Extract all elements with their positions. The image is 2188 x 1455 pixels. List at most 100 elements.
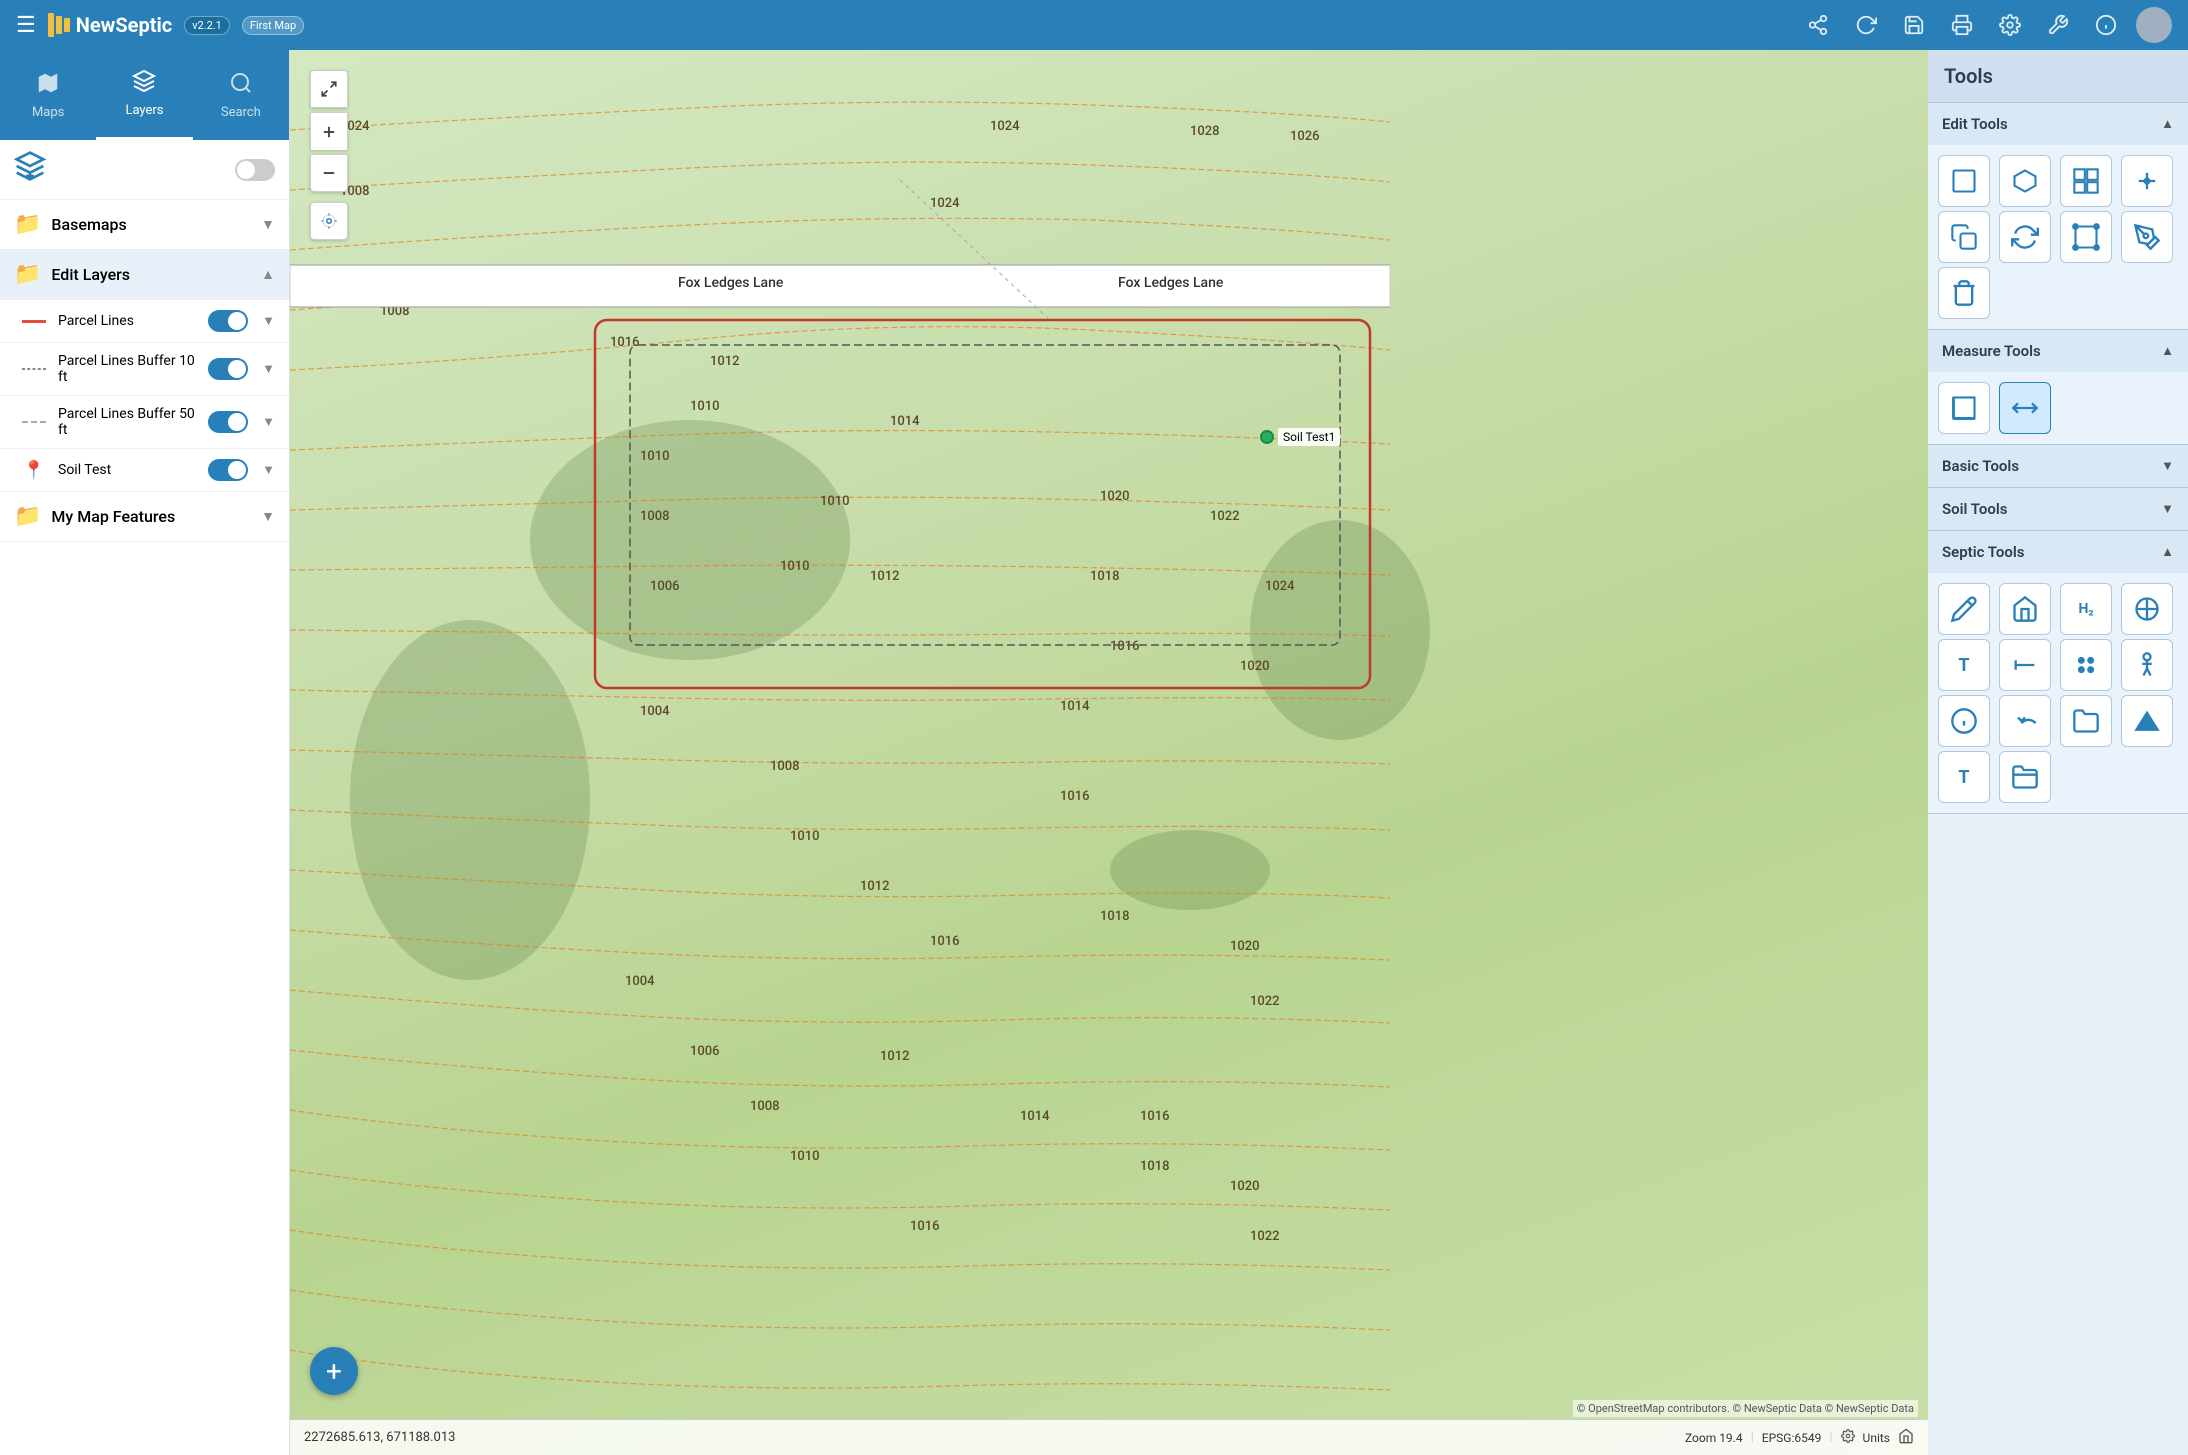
svg-text:1020: 1020: [1230, 939, 1260, 954]
units-label: Units: [1863, 1431, 1890, 1445]
measure-distance-button[interactable]: [1999, 382, 2051, 434]
soil-tools-header[interactable]: Soil Tools ▼: [1928, 488, 2188, 530]
measure-tools-section: Measure Tools ▲: [1928, 330, 2188, 445]
tab-layers[interactable]: Layers: [96, 50, 192, 140]
info-button[interactable]: [2088, 7, 2124, 43]
units-settings-button[interactable]: [1841, 1429, 1855, 1447]
buffer-10-chevron-icon[interactable]: ▼: [262, 361, 275, 377]
copy-button[interactable]: [1938, 211, 1990, 263]
hamburger-icon[interactable]: ☰: [16, 13, 36, 38]
buffer-10-icon: [20, 368, 48, 370]
top-nav: ☰ NewSeptic v2.2.1 First Map: [0, 0, 2188, 50]
septic-tool-triangle[interactable]: [2121, 695, 2173, 747]
my-map-features-section[interactable]: 📁 My Map Features ▼: [0, 492, 289, 542]
edit-shape-button[interactable]: [2060, 211, 2112, 263]
septic-tool-curved[interactable]: [1999, 695, 2051, 747]
add-point-button[interactable]: [2121, 155, 2173, 207]
tools-button[interactable]: [2040, 7, 2076, 43]
search-icon: [229, 71, 253, 101]
svg-text:1026: 1026: [1290, 129, 1320, 144]
septic-tool-t[interactable]: T: [1938, 639, 1990, 691]
home-button[interactable]: [1898, 1428, 1914, 1448]
map-area[interactable]: .contour { fill: none; stroke: #e67e22; …: [290, 50, 1928, 1455]
parcel-lines-toggle[interactable]: [208, 310, 248, 332]
layer-visibility-toggle[interactable]: [235, 159, 275, 181]
measure-area-button[interactable]: [1938, 382, 1990, 434]
soil-test-chevron-icon[interactable]: ▼: [262, 462, 275, 478]
septic-tool-person[interactable]: [2121, 639, 2173, 691]
septic-tool-1[interactable]: [1938, 583, 1990, 635]
delete-button[interactable]: [1938, 267, 1990, 319]
svg-text:1022: 1022: [1210, 509, 1240, 524]
rotate-button[interactable]: [1999, 211, 2051, 263]
septic-tools-header[interactable]: Septic Tools ▲: [1928, 531, 2188, 573]
tab-maps[interactable]: Maps: [0, 50, 96, 140]
septic-tool-7[interactable]: [2060, 639, 2112, 691]
edit-layers-section[interactable]: 📁 Edit Layers ▲: [0, 250, 289, 300]
septic-tool-4[interactable]: [2121, 583, 2173, 635]
settings-button[interactable]: [1992, 7, 2028, 43]
save-button[interactable]: [1896, 7, 1932, 43]
svg-text:1022: 1022: [1250, 994, 1280, 1009]
septic-tool-6[interactable]: [1999, 639, 2051, 691]
edit-tools-label: Edit Tools: [1942, 115, 2008, 133]
edit-tools-section: Edit Tools ▲: [1928, 103, 2188, 330]
paint-button[interactable]: [2121, 211, 2173, 263]
left-sidebar: Maps Layers Search: [0, 50, 290, 1455]
status-right: Zoom 19.4 | EPSG:6549 | Units: [1685, 1428, 1914, 1448]
soil-tools-chevron-icon: ▼: [2161, 501, 2174, 517]
septic-tool-folder[interactable]: [1999, 751, 2051, 803]
septic-tool-house[interactable]: [1999, 583, 2051, 635]
svg-text:1028: 1028: [1190, 124, 1220, 139]
locate-button[interactable]: [310, 202, 348, 240]
map-name-badge: First Map: [242, 16, 304, 35]
buffer-50-label: Parcel Lines Buffer 50 ft: [58, 406, 198, 438]
select-poly-button[interactable]: [1999, 155, 2051, 207]
basic-tools-header[interactable]: Basic Tools ▼: [1928, 445, 2188, 487]
h2-label: H₂: [2078, 601, 2093, 617]
zoom-out-button[interactable]: [310, 154, 348, 192]
tab-search[interactable]: Search: [193, 50, 289, 140]
print-button[interactable]: [1944, 7, 1980, 43]
septic-tool-info[interactable]: [1938, 695, 1990, 747]
zoom-in-button[interactable]: [310, 112, 348, 150]
fullscreen-button[interactable]: [310, 70, 348, 108]
epsg-code: EPSG:6549: [1762, 1431, 1822, 1445]
zoom-level: Zoom 19.4: [1685, 1431, 1743, 1445]
basic-tools-section: Basic Tools ▼: [1928, 445, 2188, 488]
septic-tool-text[interactable]: T: [1938, 751, 1990, 803]
map-contours: .contour { fill: none; stroke: #e67e22; …: [290, 50, 1928, 1455]
add-feature-button[interactable]: +: [310, 1347, 358, 1395]
t-label: T: [1958, 655, 1969, 676]
select-multi-button[interactable]: [2060, 155, 2112, 207]
soil-test-toggle[interactable]: [208, 459, 248, 481]
svg-text:1010: 1010: [790, 1149, 820, 1164]
svg-text:1018: 1018: [1100, 909, 1130, 924]
layer-item-buffer-50: Parcel Lines Buffer 50 ft ▼: [0, 396, 289, 449]
basemaps-section[interactable]: 📁 Basemaps ▼: [0, 200, 289, 250]
add-layer-button[interactable]: [14, 150, 46, 189]
soil-test-label: Soil Test: [58, 462, 198, 478]
buffer-50-toggle[interactable]: [208, 411, 248, 433]
parcel-lines-icon: [20, 320, 48, 323]
layer-item-soil-test: 📍 Soil Test ▼: [0, 449, 289, 492]
soil-test-marker[interactable]: Soil Test1: [1260, 428, 1340, 446]
edit-layers-title: Edit Layers: [51, 265, 251, 284]
septic-tool-h2[interactable]: H₂: [2060, 583, 2112, 635]
buffer-10-label: Parcel Lines Buffer 10 ft: [58, 353, 198, 385]
share-button[interactable]: [1800, 7, 1836, 43]
edit-tools-header[interactable]: Edit Tools ▲: [1928, 103, 2188, 145]
svg-text:1012: 1012: [710, 354, 740, 369]
user-avatar[interactable]: [2136, 7, 2172, 43]
svg-text:1008: 1008: [750, 1099, 780, 1114]
parcel-lines-chevron-icon[interactable]: ▼: [262, 313, 275, 329]
measure-tools-header[interactable]: Measure Tools ▲: [1928, 330, 2188, 372]
soil-tools-label: Soil Tools: [1942, 500, 2007, 518]
svg-text:1020: 1020: [1240, 659, 1270, 674]
refresh-button[interactable]: [1848, 7, 1884, 43]
select-rect-button[interactable]: [1938, 155, 1990, 207]
basemaps-chevron-icon: ▼: [261, 216, 275, 233]
buffer-50-chevron-icon[interactable]: ▼: [262, 414, 275, 430]
buffer-10-toggle[interactable]: [208, 358, 248, 380]
septic-tool-files[interactable]: [2060, 695, 2112, 747]
